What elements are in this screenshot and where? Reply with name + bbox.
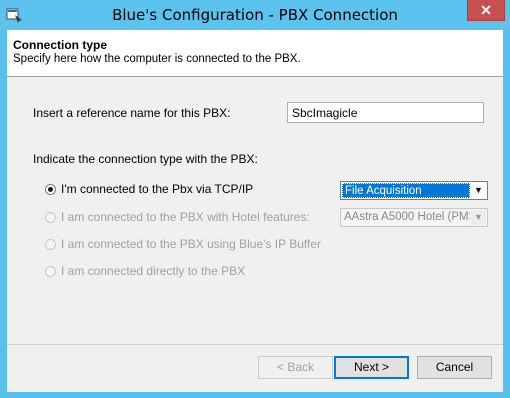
radio-option-hotel[interactable]: I am connected to the PBX with Hotel fea… [45,209,310,225]
radio-option-direct[interactable]: I am connected directly to the PBX [45,263,245,279]
cancel-button[interactable]: Cancel [417,356,492,379]
footer-divider [7,344,503,345]
tcp-acquisition-select[interactable]: File Acquisition ▼ [340,181,488,200]
radio-label: I am connected to the PBX with Hotel fea… [61,210,310,224]
wizard-header: Connection type Specify here how the com… [7,30,503,77]
radio-option-tcpip[interactable]: I'm connected to the Pbx via TCP/IP [45,181,253,197]
reference-name-input[interactable] [287,102,484,123]
header-title: Connection type [13,38,108,52]
hotel-pbx-select[interactable]: AAstra A5000 Hotel (PMS L ▼ [340,208,488,227]
radio-button[interactable] [45,265,56,277]
title-bar[interactable]: Blue's Configuration - PBX Connection ✕ [0,0,510,30]
select-value: File Acquisition [342,183,470,198]
reference-name-label: Insert a reference name for this PBX: [33,106,231,120]
header-subtitle: Specify here how the computer is connect… [13,53,301,65]
radio-label: I am connected to the PBX using Blue's I… [61,237,322,251]
radio-button[interactable] [45,183,56,195]
close-button[interactable]: ✕ [467,0,505,21]
radio-option-ip-buffer[interactable]: I am connected to the PBX using Blue's I… [45,236,321,252]
select-value: AAstra A5000 Hotel (PMS L [344,211,470,223]
connection-type-label: Indicate the connection type with the PB… [33,152,258,166]
chevron-down-icon[interactable]: ▼ [471,183,486,198]
chevron-down-icon[interactable]: ▼ [471,210,486,225]
radio-label: I am connected directly to the PBX [61,264,246,278]
radio-label: I'm connected to the Pbx via TCP/IP [61,182,254,196]
close-icon: ✕ [480,2,492,18]
window-title: Blue's Configuration - PBX Connection [112,6,398,24]
dialog-body: Connection type Specify here how the com… [7,30,503,392]
radio-button[interactable] [45,238,56,250]
dialog-window: Blue's Configuration - PBX Connection ✕ … [0,0,510,398]
radio-button[interactable] [45,211,56,223]
next-button[interactable]: Next > [334,356,409,379]
back-button[interactable]: < Back [258,356,333,379]
